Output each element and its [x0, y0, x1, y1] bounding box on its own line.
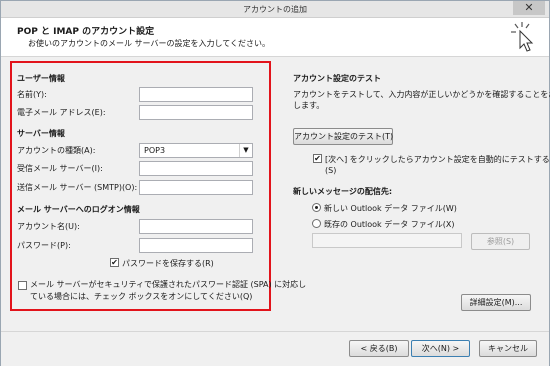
test-heading: アカウント設定のテスト [293, 74, 381, 83]
next-button[interactable]: 次へ(N) > [411, 340, 470, 357]
name-label: 名前(Y): [17, 90, 47, 99]
auto-test-checkbox[interactable]: ✔ [313, 154, 322, 163]
new-data-file-radio[interactable] [312, 203, 321, 212]
save-password-label: パスワードを保存する(R) [122, 259, 214, 268]
logon-info-heading: メール サーバーへのログオン情報 [17, 205, 140, 214]
add-account-window: アカウントの追加 ✕ POP と IMAP のアカウント設定 お使いのアカウント… [0, 0, 550, 366]
name-input[interactable] [139, 87, 253, 102]
existing-data-file-radio[interactable] [312, 219, 321, 228]
close-button[interactable]: ✕ [513, 1, 545, 15]
more-settings-button[interactable]: 詳細設定(M)... [461, 294, 531, 311]
test-desc-line2: します。 [293, 101, 325, 110]
password-input[interactable] [139, 238, 253, 253]
test-account-button[interactable]: アカウント設定のテスト(T) [293, 128, 393, 145]
incoming-server-label: 受信メール サーバー(I): [17, 164, 103, 173]
email-input[interactable] [139, 105, 253, 120]
spa-label-line1: メール サーバーがセキュリティで保護されたパスワード認証 (SPA) に対応し [30, 280, 307, 289]
account-type-value: POP3 [144, 146, 166, 155]
account-type-label: アカウントの種類(A): [17, 146, 96, 155]
window-title: アカウントの追加 [243, 5, 307, 14]
back-button[interactable]: < 戻る(B) [349, 340, 409, 357]
test-desc-line1: アカウントをテストして、入力内容が正しいかどうかを確認することをお勧め [293, 90, 550, 99]
delivery-heading: 新しいメッセージの配信先: [293, 187, 393, 196]
spa-checkbox[interactable] [18, 281, 27, 290]
new-data-file-label: 新しい Outlook データ ファイル(W) [324, 204, 457, 213]
cancel-button[interactable]: キャンセル [479, 340, 537, 357]
spa-label-line2: ている場合には、チェック ボックスをオンにしてください(Q) [30, 292, 253, 301]
user-info-heading: ユーザー情報 [17, 74, 65, 83]
title-bar: アカウントの追加 ✕ [1, 1, 549, 18]
password-label: パスワード(P): [17, 241, 71, 250]
account-name-label: アカウント名(U): [17, 222, 80, 231]
incoming-server-input[interactable] [139, 161, 253, 176]
chevron-down-icon: ▼ [239, 144, 252, 157]
page-title: POP と IMAP のアカウント設定 [17, 27, 155, 37]
outgoing-server-label: 送信メール サーバー (SMTP)(O): [17, 183, 138, 192]
account-name-input[interactable] [139, 219, 253, 234]
browse-button[interactable]: 参照(S) [471, 233, 530, 250]
auto-test-label-line1: [次へ] をクリックしたらアカウント設定を自動的にテストする [325, 155, 550, 164]
email-label: 電子メール アドレス(E): [17, 108, 106, 117]
existing-data-file-path[interactable] [312, 233, 462, 248]
auto-test-label-line2: (S) [325, 166, 337, 175]
existing-data-file-label: 既存の Outlook データ ファイル(X) [324, 220, 455, 229]
cursor-click-icon [511, 22, 534, 52]
header-panel: POP と IMAP のアカウント設定 お使いのアカウントのメール サーバーの設… [1, 18, 549, 57]
outgoing-server-input[interactable] [139, 180, 253, 195]
server-info-heading: サーバー情報 [17, 129, 65, 138]
account-type-select[interactable]: POP3 ▼ [139, 143, 253, 158]
page-subtitle: お使いのアカウントのメール サーバーの設定を入力してください。 [28, 39, 270, 48]
save-password-checkbox[interactable]: ✔ [110, 258, 119, 267]
